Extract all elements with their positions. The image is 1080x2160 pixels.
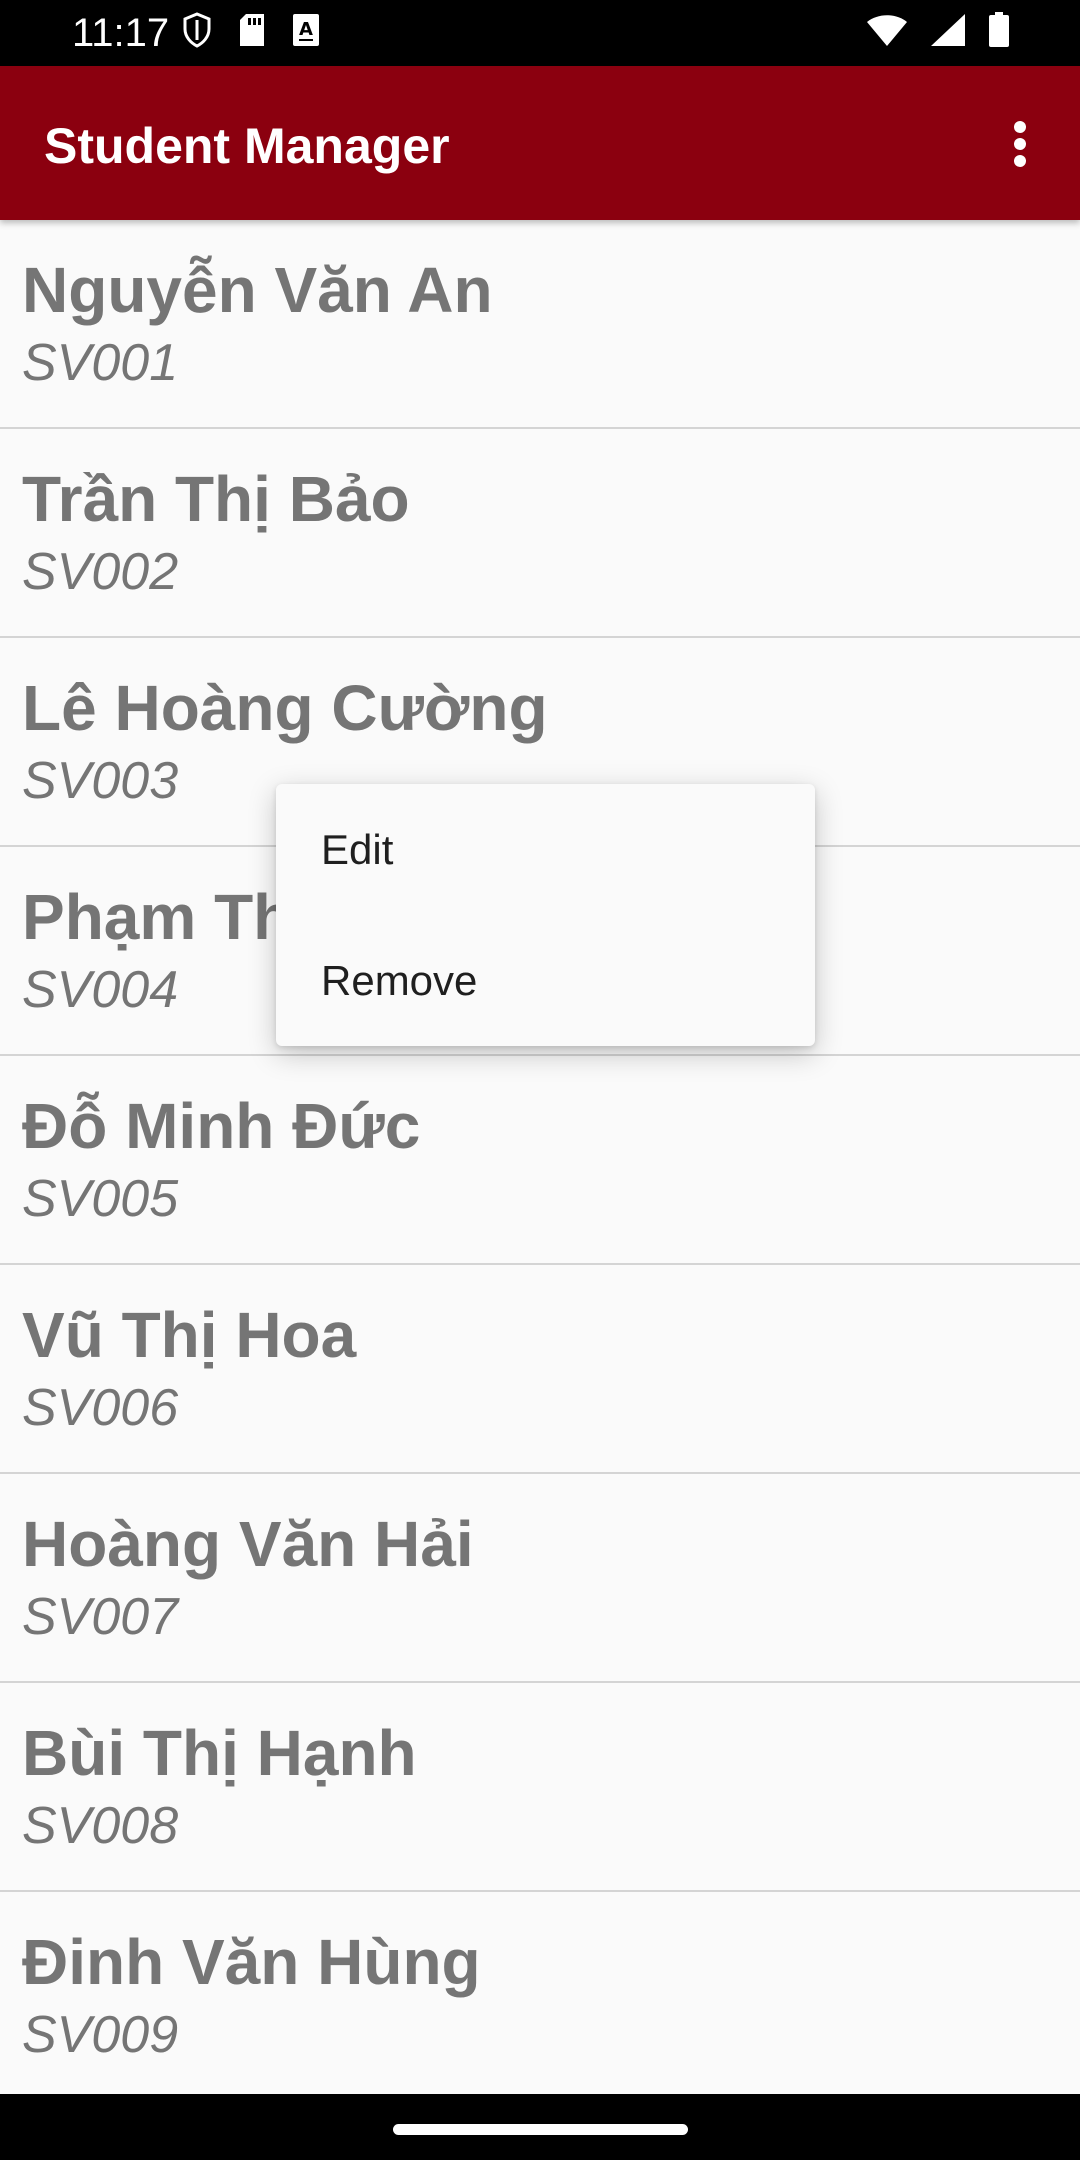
status-icons-right	[866, 12, 1010, 53]
accessibility-a-icon: A	[292, 13, 320, 52]
student-row[interactable]: Trần Thị Bảo SV002	[0, 429, 1080, 638]
wifi-icon	[866, 13, 908, 52]
student-id: SV009	[22, 2006, 179, 2064]
student-name: Hoàng Văn Hải	[22, 1508, 474, 1580]
student-id: SV003	[22, 752, 179, 810]
student-list: Nguyễn Văn An SV001 Trần Thị Bảo SV002 L…	[0, 220, 1080, 2094]
sd-card-icon	[238, 13, 266, 52]
student-name: Lê Hoàng Cường	[22, 672, 548, 744]
student-row[interactable]: Bùi Thị Hạnh SV008	[0, 1683, 1080, 1892]
home-handle[interactable]	[393, 2124, 688, 2135]
student-row[interactable]: Vũ Thị Hoa SV006	[0, 1265, 1080, 1474]
menu-item-edit[interactable]: Edit	[276, 784, 815, 915]
battery-icon	[988, 12, 1010, 53]
student-name: Trần Thị Bảo	[22, 463, 410, 535]
student-row[interactable]: Đinh Văn Hùng SV009	[0, 1892, 1080, 2094]
svg-text:A: A	[299, 19, 313, 40]
student-name: Vũ Thị Hoa	[22, 1299, 357, 1371]
student-id: SV007	[22, 1588, 179, 1646]
navigation-bar	[0, 2094, 1080, 2160]
student-row[interactable]: Nguyễn Văn An SV001	[0, 220, 1080, 429]
student-name: Đỗ Minh Đức	[22, 1090, 421, 1162]
more-vertical-icon	[1013, 120, 1027, 173]
app-screen: Student Manager Nguyễn Văn An SV001 Trần…	[0, 66, 1080, 2094]
student-name: Bùi Thị Hạnh	[22, 1717, 417, 1789]
student-row[interactable]: Hoàng Văn Hải SV007	[0, 1474, 1080, 1683]
context-menu: Edit Remove	[276, 784, 815, 1046]
menu-item-label: Remove	[321, 957, 478, 1004]
student-name: Đinh Văn Hùng	[22, 1926, 481, 1998]
student-id: SV005	[22, 1170, 179, 1228]
status-time: 11:17	[72, 11, 170, 55]
student-id: SV001	[22, 334, 179, 392]
student-row[interactable]: Đỗ Minh Đức SV005	[0, 1056, 1080, 1265]
app-bar: Student Manager	[0, 66, 1080, 220]
student-id: SV008	[22, 1797, 179, 1855]
menu-item-label: Edit	[321, 826, 394, 873]
overflow-menu-button[interactable]	[984, 110, 1056, 182]
status-bar: 11:17 A	[0, 0, 1080, 66]
shield-icon	[182, 12, 212, 53]
student-id: SV002	[22, 543, 179, 601]
device-frame: 11:17 A Student Manager Nguyễn Văn An SV…	[0, 0, 1080, 2160]
student-name: Phạm Th	[22, 881, 293, 953]
student-id: SV004	[22, 961, 179, 1019]
app-title: Student Manager	[44, 118, 450, 174]
signal-icon	[930, 13, 966, 52]
student-name: Nguyễn Văn An	[22, 254, 493, 326]
student-id: SV006	[22, 1379, 179, 1437]
menu-item-remove[interactable]: Remove	[276, 915, 815, 1046]
status-icons-left: A	[182, 12, 320, 53]
